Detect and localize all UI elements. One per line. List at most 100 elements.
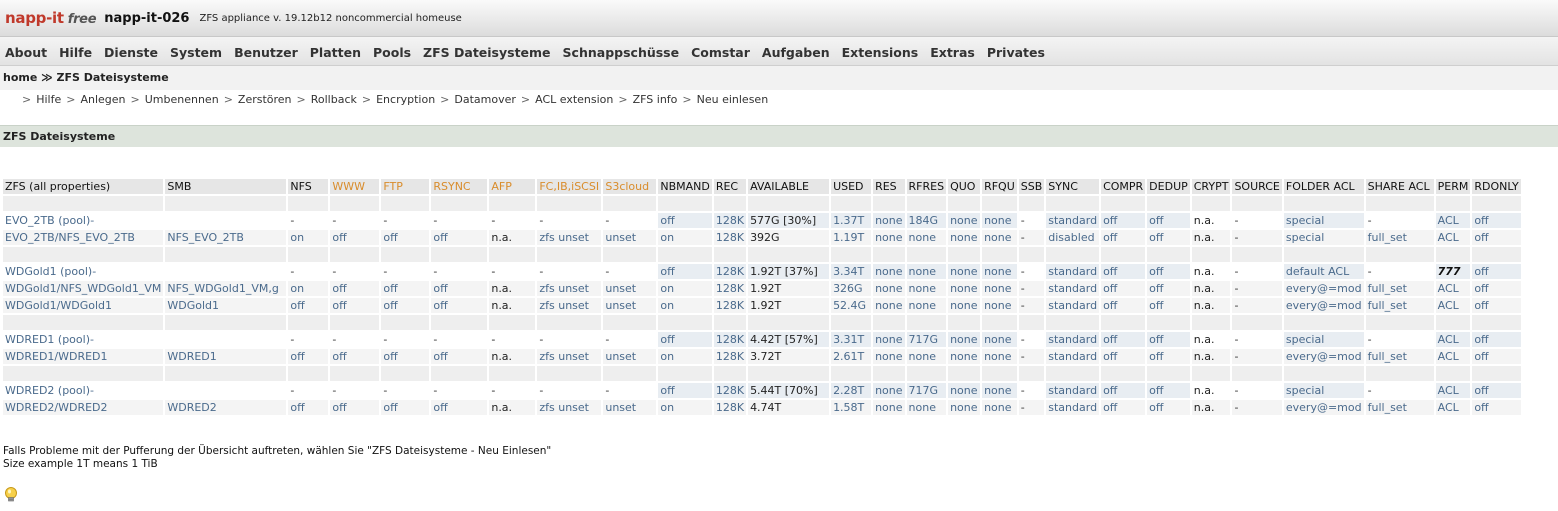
column-header-share-acl[interactable]: SHARE ACL (1365, 179, 1434, 194)
cell-nbmand[interactable]: off (658, 264, 712, 279)
menu-item-privates[interactable]: Privates (982, 45, 1052, 65)
cell-perm[interactable]: 777 (1435, 264, 1471, 279)
cell-share-acl[interactable]: full_set (1365, 281, 1434, 296)
menu-item-pools[interactable]: Pools (368, 45, 418, 65)
cell-rfres[interactable]: none (906, 298, 947, 313)
cell-rec[interactable]: 128K (713, 230, 747, 245)
cell-share-acl[interactable]: full_set (1365, 400, 1434, 415)
cell-dedup[interactable]: off (1147, 383, 1190, 398)
cell-dedup[interactable]: off (1147, 332, 1190, 347)
cell-rfqu[interactable]: none (982, 383, 1017, 398)
menu-item-system[interactable]: System (165, 45, 229, 65)
column-header-perm[interactable]: PERM (1435, 179, 1471, 194)
column-header-quo[interactable]: QUO (948, 179, 981, 194)
cell-rdonly[interactable]: off (1472, 400, 1521, 415)
column-header-ftp[interactable]: FTP (381, 179, 430, 194)
cell-zfs-all-properties-[interactable]: WDGold1/WDGold1 (3, 298, 164, 313)
cell-perm[interactable]: ACL (1435, 332, 1471, 347)
cell-sync[interactable]: disabled (1046, 230, 1100, 245)
submenu-link-umbenennen[interactable]: Umbenennen (145, 93, 219, 106)
cell-compr[interactable]: off (1101, 230, 1146, 245)
cell-quo[interactable]: none (948, 213, 981, 228)
cell-perm[interactable]: ACL (1435, 281, 1471, 296)
cell-perm[interactable]: ACL (1435, 298, 1471, 313)
cell-used[interactable]: 1.37T (831, 213, 872, 228)
menu-item-schnappsch-sse[interactable]: Schnappschüsse (558, 45, 687, 65)
cell-dedup[interactable]: off (1147, 230, 1190, 245)
cell-www[interactable]: off (330, 281, 380, 296)
column-header-rec[interactable]: REC (713, 179, 747, 194)
cell-rec[interactable]: 128K (713, 332, 747, 347)
cell-fc-ib-iscsi[interactable]: zfs unset (537, 400, 602, 415)
column-header-rdonly[interactable]: RDONLY (1472, 179, 1521, 194)
cell-rfqu[interactable]: none (982, 213, 1017, 228)
cell-www[interactable]: off (330, 349, 380, 364)
cell-compr[interactable]: off (1101, 383, 1146, 398)
cell-ftp[interactable]: off (381, 298, 430, 313)
cell-smb[interactable]: WDRED1 (165, 349, 287, 364)
cell-rsync[interactable]: off (431, 281, 488, 296)
cell-s3cloud[interactable]: unset (603, 349, 657, 364)
cell-available[interactable]: 392G (748, 230, 830, 245)
cell-rfres[interactable]: none (906, 349, 947, 364)
cell-used[interactable]: 2.28T (831, 383, 872, 398)
cell-folder-acl[interactable]: every@=mod (1283, 281, 1364, 296)
cell-quo[interactable]: none (948, 332, 981, 347)
cell-zfs-all-properties-[interactable]: WDRED2 (pool)- (3, 383, 164, 398)
cell-quo[interactable]: none (948, 349, 981, 364)
submenu-link-datamover[interactable]: Datamover (454, 93, 516, 106)
submenu-link-rollback[interactable]: Rollback (311, 93, 357, 106)
submenu-link-zerst-ren[interactable]: Zerstören (238, 93, 292, 106)
cell-nbmand[interactable]: off (658, 383, 712, 398)
app-logo[interactable]: napp-it free (5, 9, 97, 27)
cell-s3cloud[interactable]: unset (603, 400, 657, 415)
submenu-link-hilfe[interactable]: Hilfe (36, 93, 61, 106)
cell-rsync[interactable]: off (431, 230, 488, 245)
cell-rfres[interactable]: none (906, 400, 947, 415)
cell-used[interactable]: 3.31T (831, 332, 872, 347)
cell-rfqu[interactable]: none (982, 349, 1017, 364)
cell-quo[interactable]: none (948, 400, 981, 415)
column-header-source[interactable]: SOURCE (1232, 179, 1282, 194)
cell-perm[interactable]: ACL (1435, 400, 1471, 415)
cell-available[interactable]: 5.44T [70%] (748, 383, 830, 398)
column-header-available[interactable]: AVAILABLE (748, 179, 830, 194)
cell-rfqu[interactable]: none (982, 400, 1017, 415)
column-header-zfs-all-properties-[interactable]: ZFS (all properties) (3, 179, 164, 194)
cell-nfs[interactable]: off (288, 400, 329, 415)
column-header-used[interactable]: USED (831, 179, 872, 194)
cell-available[interactable]: 1.92T [37%] (748, 264, 830, 279)
cell-rdonly[interactable]: off (1472, 213, 1521, 228)
cell-available[interactable]: 3.72T (748, 349, 830, 364)
cell-s3cloud[interactable]: unset (603, 230, 657, 245)
cell-zfs-all-properties-[interactable]: EVO_2TB/NFS_EVO_2TB (3, 230, 164, 245)
menu-item-extensions[interactable]: Extensions (837, 45, 926, 65)
cell-fc-ib-iscsi[interactable]: zfs unset (537, 230, 602, 245)
column-header-smb[interactable]: SMB (165, 179, 287, 194)
cell-used[interactable]: 52.4G (831, 298, 872, 313)
cell-sync[interactable]: standard (1046, 332, 1100, 347)
cell-www[interactable]: off (330, 230, 380, 245)
cell-nbmand[interactable]: on (658, 400, 712, 415)
cell-perm[interactable]: ACL (1435, 349, 1471, 364)
cell-quo[interactable]: none (948, 281, 981, 296)
cell-rsync[interactable]: off (431, 349, 488, 364)
cell-used[interactable]: 1.19T (831, 230, 872, 245)
cell-quo[interactable]: none (948, 383, 981, 398)
cell-nbmand[interactable]: on (658, 230, 712, 245)
cell-compr[interactable]: off (1101, 400, 1146, 415)
cell-fc-ib-iscsi[interactable]: zfs unset (537, 349, 602, 364)
cell-used[interactable]: 326G (831, 281, 872, 296)
column-header-nfs[interactable]: NFS (288, 179, 329, 194)
cell-compr[interactable]: off (1101, 281, 1146, 296)
cell-available[interactable]: 1.92T (748, 298, 830, 313)
menu-item-about[interactable]: About (0, 45, 54, 65)
cell-zfs-all-properties-[interactable]: WDRED1 (pool)- (3, 332, 164, 347)
cell-fc-ib-iscsi[interactable]: zfs unset (537, 298, 602, 313)
breadcrumb[interactable]: home ≫ ZFS Dateisysteme (0, 66, 1558, 90)
cell-nfs[interactable]: on (288, 230, 329, 245)
cell-rec[interactable]: 128K (713, 400, 747, 415)
cell-rfqu[interactable]: none (982, 264, 1017, 279)
lightbulb-icon[interactable] (3, 486, 19, 504)
cell-res[interactable]: none (873, 213, 905, 228)
